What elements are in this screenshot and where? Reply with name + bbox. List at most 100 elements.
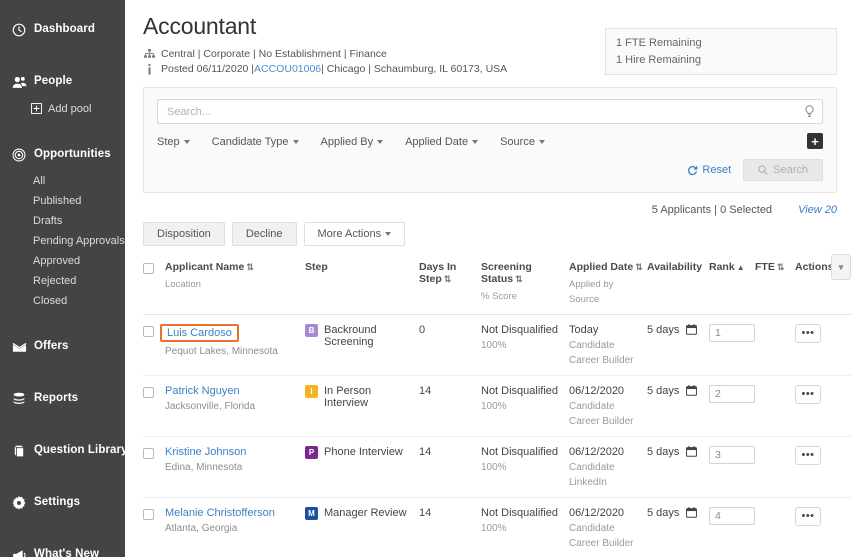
sidebar-item-pending-approvals[interactable]: Pending Approvals: [0, 231, 125, 251]
sidebar-item-published[interactable]: Published: [0, 191, 125, 211]
row-actions-button[interactable]: •••: [795, 384, 821, 404]
applicant-count-text: 5 Applicants | 0 Selected: [651, 204, 773, 217]
cell-actions: •••: [795, 497, 851, 557]
step-badge: M: [305, 506, 318, 520]
col-applied-date[interactable]: Applied Date ⇅ Applied by Source: [569, 255, 647, 315]
sidebar-item-reports[interactable]: Reports: [0, 383, 125, 415]
more-actions-button[interactable]: More Actions: [303, 222, 406, 247]
applicant-name-link[interactable]: Patrick Nguyen: [165, 385, 240, 397]
sidebar-item-question-library[interactable]: Question Library: [0, 435, 125, 467]
select-all-checkbox[interactable]: [143, 263, 154, 275]
lightbulb-icon[interactable]: [803, 105, 815, 119]
sidebar-item-opportunities[interactable]: Opportunities: [0, 139, 125, 171]
rank-input[interactable]: [709, 445, 755, 464]
row-select-cell: [143, 436, 165, 498]
screening-status-text: Not Disqualified: [481, 384, 559, 397]
calendar-icon[interactable]: [686, 385, 698, 397]
filter-applied-date[interactable]: Applied Date: [405, 136, 479, 148]
filter-dropdowns-row: Step Candidate Type Applied By Applied D…: [157, 133, 823, 150]
calendar-icon[interactable]: [686, 507, 698, 519]
cell-step: M Manager Review: [305, 497, 419, 557]
rank-input[interactable]: [709, 384, 755, 403]
filter-source[interactable]: Source: [500, 136, 545, 148]
search-input[interactable]: [157, 99, 823, 125]
cell-rank: [709, 314, 755, 376]
col-label: Applicant Name: [165, 261, 245, 274]
screening-status-text: Not Disqualified: [481, 445, 559, 458]
plus-square-icon: [30, 102, 43, 115]
applicant-location: Pequot Lakes, Minnesota: [165, 345, 278, 357]
row-actions-button[interactable]: •••: [795, 445, 821, 465]
header-left: Accountant Central | Corporate | No Esta…: [143, 13, 507, 78]
col-screening-status[interactable]: Screening Status ⇅ % Score: [481, 255, 569, 315]
row-actions-button[interactable]: •••: [795, 323, 821, 343]
cell-fte: [755, 314, 795, 376]
row-actions-button[interactable]: •••: [795, 506, 821, 526]
sidebar-item-people[interactable]: People: [0, 66, 125, 98]
filter-applied-by[interactable]: Applied By: [321, 136, 384, 148]
sidebar-item-offers[interactable]: Offers: [0, 331, 125, 363]
main-content: Accountant Central | Corporate | No Esta…: [125, 0, 853, 557]
search-button[interactable]: Search: [743, 159, 823, 182]
sidebar-item-settings[interactable]: Settings: [0, 487, 125, 519]
column-chooser-button[interactable]: ▾: [831, 254, 851, 281]
book-icon: [11, 443, 27, 459]
bulk-actions-row: Disposition Decline More Actions: [143, 222, 837, 247]
sidebar-item-rejected[interactable]: Rejected: [0, 271, 125, 291]
chevron-down-icon: [377, 140, 384, 145]
view-20-link[interactable]: View 20: [798, 204, 837, 216]
search-wrapper: [157, 99, 823, 125]
calendar-icon[interactable]: [686, 324, 698, 336]
sidebar-item-all[interactable]: All: [0, 171, 125, 191]
sidebar-item-closed[interactable]: Closed: [0, 291, 125, 311]
table-row: Melanie Christofferson Atlanta, Georgia …: [143, 497, 851, 557]
row-checkbox[interactable]: [143, 508, 154, 520]
row-checkbox[interactable]: [143, 447, 154, 459]
cell-screening-status: Not Disqualified 100%: [481, 314, 569, 376]
col-fte[interactable]: FTE ⇅: [755, 255, 795, 315]
rank-input[interactable]: [709, 323, 755, 342]
sort-icon: ⇅: [515, 274, 522, 285]
sidebar-item-dashboard[interactable]: Dashboard: [0, 14, 125, 46]
add-filter-button[interactable]: +: [807, 133, 823, 150]
col-days-in-step[interactable]: Days In Step ⇅: [419, 255, 481, 315]
filter-label: Applied By: [320, 136, 374, 149]
sort-icon: ⇅: [635, 262, 642, 273]
sidebar-item-whats-new[interactable]: What's New: [0, 539, 125, 557]
filter-panel: Step Candidate Type Applied By Applied D…: [143, 87, 837, 194]
cell-screening-status: Not Disqualified 100%: [481, 497, 569, 557]
sidebar-item-label: Pending Approvals: [33, 235, 125, 247]
cell-applicant-name: Luis Cardoso Pequot Lakes, Minnesota: [160, 314, 305, 376]
decline-button[interactable]: Decline: [231, 222, 297, 247]
req-id-link[interactable]: ACCOU01006: [254, 63, 321, 75]
sidebar-item-add-pool[interactable]: Add pool: [0, 98, 125, 119]
disposition-button[interactable]: Disposition: [143, 222, 225, 247]
applicant-name-link[interactable]: Kristine Johnson: [165, 446, 246, 458]
reset-button[interactable]: Reset: [687, 164, 731, 176]
cell-applied-date: 06/12/2020 Candidate LinkedIn: [569, 436, 647, 498]
col-rank[interactable]: Rank ▲: [709, 255, 755, 315]
sidebar-item-label: Reports: [34, 392, 79, 405]
col-sublabel: Applied by Source: [569, 279, 614, 306]
source-text: Career Builder: [569, 415, 634, 427]
col-applicant-name[interactable]: Applicant Name ⇅ Location: [165, 255, 305, 315]
row-checkbox[interactable]: [143, 325, 154, 337]
filter-step[interactable]: Step: [157, 136, 190, 148]
sidebar-item-drafts[interactable]: Drafts: [0, 211, 125, 231]
cell-applicant-name: Melanie Christofferson Atlanta, Georgia: [165, 497, 305, 557]
applied-by-text: Candidate: [569, 522, 615, 534]
screening-status-text: Not Disqualified: [481, 323, 559, 336]
cell-availability: 5 days: [647, 375, 709, 437]
cell-applicant-name: Kristine Johnson Edina, Minnesota: [165, 436, 305, 498]
fte-remaining-text: 1 FTE Remaining: [616, 37, 702, 49]
cell-actions: •••: [795, 375, 851, 437]
sidebar-item-approved[interactable]: Approved: [0, 251, 125, 271]
filter-candidate-type[interactable]: Candidate Type: [212, 136, 299, 148]
row-checkbox[interactable]: [143, 386, 154, 398]
step-badge: I: [305, 384, 318, 398]
rank-input[interactable]: [709, 506, 755, 525]
applicant-name-link[interactable]: Melanie Christofferson: [165, 507, 275, 519]
availability-text: 5 days: [647, 445, 680, 458]
calendar-icon[interactable]: [686, 446, 698, 458]
applicant-name-link[interactable]: Luis Cardoso: [160, 323, 239, 342]
